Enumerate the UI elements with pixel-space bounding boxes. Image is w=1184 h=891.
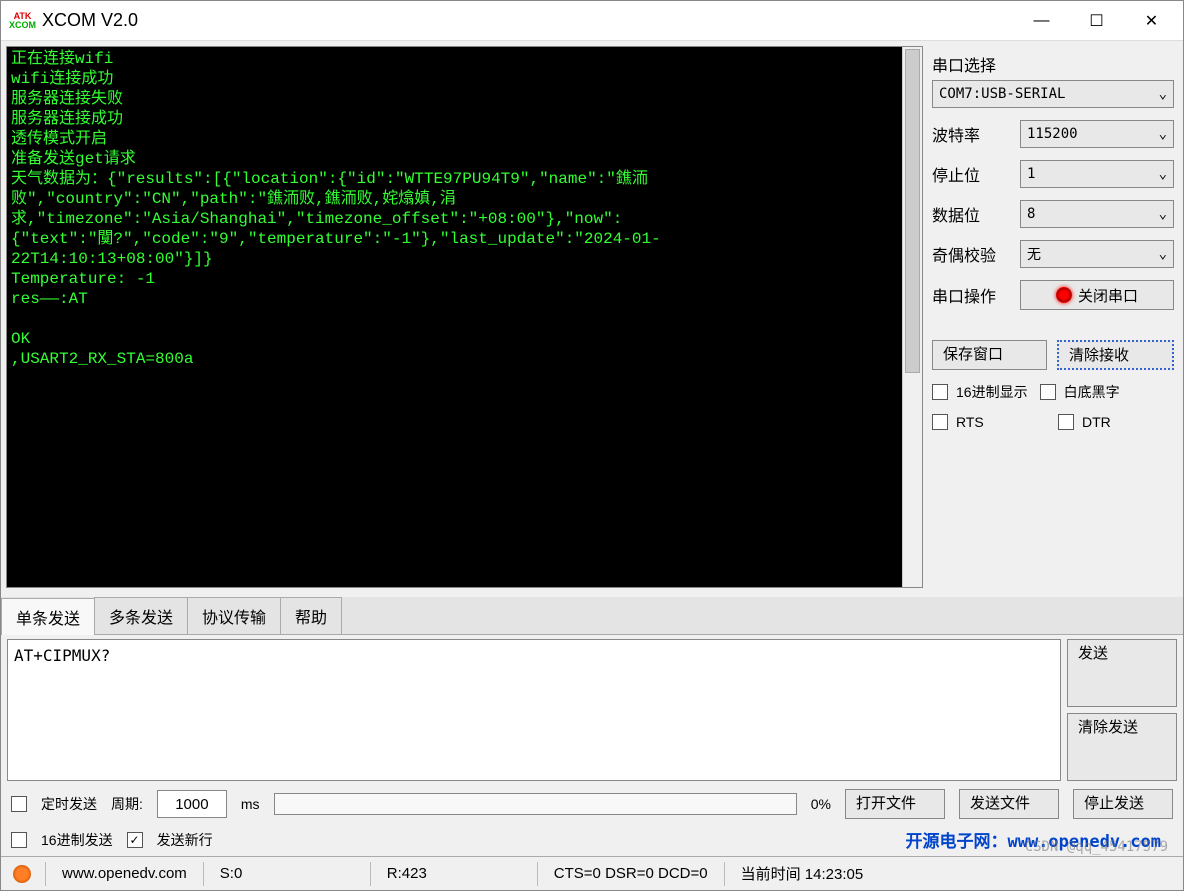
status-lines: CTS=0 DSR=0 DCD=0 [546, 865, 716, 882]
hex-display-check[interactable] [932, 384, 948, 400]
data-label: 数据位 [932, 202, 1012, 226]
rts-label: RTS [956, 414, 1016, 430]
send-button-column: 发送 清除发送 [1067, 639, 1177, 781]
left-column: 正在连接wifi wifi连接成功 服务器连接失败 服务器连接成功 透传模式开启… [6, 46, 923, 588]
window-title: XCOM V2.0 [42, 10, 1014, 31]
baud-row: 波特率 115200 [932, 120, 1174, 148]
terminal-output[interactable]: 正在连接wifi wifi连接成功 服务器连接失败 服务器连接成功 透传模式开启… [7, 47, 902, 587]
parity-label: 奇偶校验 [932, 242, 1012, 266]
maximize-button[interactable]: ☐ [1069, 3, 1124, 38]
white-bg-label: 白底黑字 [1064, 382, 1120, 402]
save-window-button[interactable]: 保存窗口 [932, 340, 1047, 370]
hex-send-label: 16进制发送 [41, 830, 113, 850]
stop-send-button[interactable]: 停止发送 [1073, 789, 1173, 819]
tab-multi-send[interactable]: 多条发送 [94, 597, 188, 634]
app-window: ATK XCOM XCOM V2.0 — ☐ ✕ 正在连接wifi wifi连接… [0, 0, 1184, 891]
send-button[interactable]: 发送 [1067, 639, 1177, 707]
send-newline-check[interactable] [127, 832, 143, 848]
parity-value: 无 [1027, 244, 1041, 264]
send-file-button[interactable]: 发送文件 [959, 789, 1059, 819]
port-toggle-label: 关闭串口 [1078, 285, 1138, 306]
send-area: 发送 清除发送 [1, 635, 1183, 785]
stop-value: 1 [1027, 166, 1035, 182]
logo-bot: XCOM [9, 21, 36, 30]
terminal-wrap: 正在连接wifi wifi连接成功 服务器连接失败 服务器连接成功 透传模式开启… [6, 46, 923, 588]
status-time: 当前时间 14:23:05 [733, 863, 872, 884]
status-led-icon [13, 865, 31, 883]
hex-display-label: 16进制显示 [956, 382, 1028, 402]
parity-row: 奇偶校验 无 [932, 240, 1174, 268]
display-checks: 16进制显示 白底黑字 [932, 382, 1174, 402]
data-select[interactable]: 8 [1020, 200, 1174, 228]
timed-send-label: 定时发送 [41, 794, 97, 814]
stop-row: 停止位 1 [932, 160, 1174, 188]
status-send-count: S:0 [212, 865, 362, 882]
promo-link[interactable]: 开源电子网：www.openedv.com [227, 827, 1173, 852]
action-buttons: 保存窗口 清除接收 [932, 340, 1174, 370]
parity-select[interactable]: 无 [1020, 240, 1174, 268]
hex-send-check[interactable] [11, 832, 27, 848]
stop-select[interactable]: 1 [1020, 160, 1174, 188]
port-select-group: 串口选择 COM7:USB-SERIAL [932, 52, 1174, 108]
clear-send-button[interactable]: 清除发送 [1067, 713, 1177, 781]
send-options-row-2: 16进制发送 发送新行 开源电子网：www.openedv.com [1, 823, 1183, 856]
white-bg-check[interactable] [1040, 384, 1056, 400]
titlebar: ATK XCOM XCOM V2.0 — ☐ ✕ [1, 1, 1183, 41]
right-panel: 串口选择 COM7:USB-SERIAL 波特率 115200 停止位 1 数据… [928, 46, 1178, 588]
status-recv-count: R:423 [379, 865, 529, 882]
port-status-icon [1056, 287, 1072, 303]
tab-single-send[interactable]: 单条发送 [1, 598, 95, 635]
progress-bar [274, 793, 797, 815]
baud-label: 波特率 [932, 122, 1012, 146]
port-op-label: 串口操作 [932, 283, 1012, 307]
status-url[interactable]: www.openedv.com [54, 865, 195, 882]
data-value: 8 [1027, 206, 1035, 222]
send-tabs: 单条发送 多条发送 协议传输 帮助 [1, 597, 1183, 635]
window-controls: — ☐ ✕ [1014, 3, 1179, 38]
port-select[interactable]: COM7:USB-SERIAL [932, 80, 1174, 108]
flow-checks: RTS DTR [932, 414, 1174, 430]
data-row: 数据位 8 [932, 200, 1174, 228]
port-group-title: 串口选择 [932, 52, 1174, 76]
period-label: 周期: [111, 794, 143, 814]
minimize-button[interactable]: — [1014, 3, 1069, 38]
baud-select[interactable]: 115200 [1020, 120, 1174, 148]
send-options-row-1: 定时发送 周期: ms 0% 打开文件 发送文件 停止发送 [1, 785, 1183, 823]
send-input[interactable] [7, 639, 1061, 781]
dtr-label: DTR [1082, 414, 1111, 430]
open-file-button[interactable]: 打开文件 [845, 789, 945, 819]
port-op-row: 串口操作 关闭串口 [932, 280, 1174, 310]
dtr-check[interactable] [1058, 414, 1074, 430]
period-unit: ms [241, 796, 260, 812]
stop-label: 停止位 [932, 162, 1012, 186]
send-newline-label: 发送新行 [157, 830, 213, 850]
rts-check[interactable] [932, 414, 948, 430]
port-select-value: COM7:USB-SERIAL [939, 86, 1065, 102]
tab-protocol[interactable]: 协议传输 [187, 597, 281, 634]
period-input[interactable] [157, 790, 227, 818]
scroll-thumb[interactable] [905, 49, 920, 373]
close-button[interactable]: ✕ [1124, 3, 1179, 38]
tab-help[interactable]: 帮助 [280, 597, 342, 634]
clear-recv-button[interactable]: 清除接收 [1057, 340, 1174, 370]
terminal-scrollbar[interactable] [902, 47, 922, 587]
main-area: 正在连接wifi wifi连接成功 服务器连接失败 服务器连接成功 透传模式开启… [1, 41, 1183, 593]
app-logo: ATK XCOM [9, 12, 36, 30]
port-toggle-button[interactable]: 关闭串口 [1020, 280, 1174, 310]
baud-value: 115200 [1027, 126, 1078, 142]
statusbar: www.openedv.com S:0 R:423 CTS=0 DSR=0 DC… [1, 856, 1183, 890]
progress-pct: 0% [811, 796, 831, 812]
timed-send-check[interactable] [11, 796, 27, 812]
